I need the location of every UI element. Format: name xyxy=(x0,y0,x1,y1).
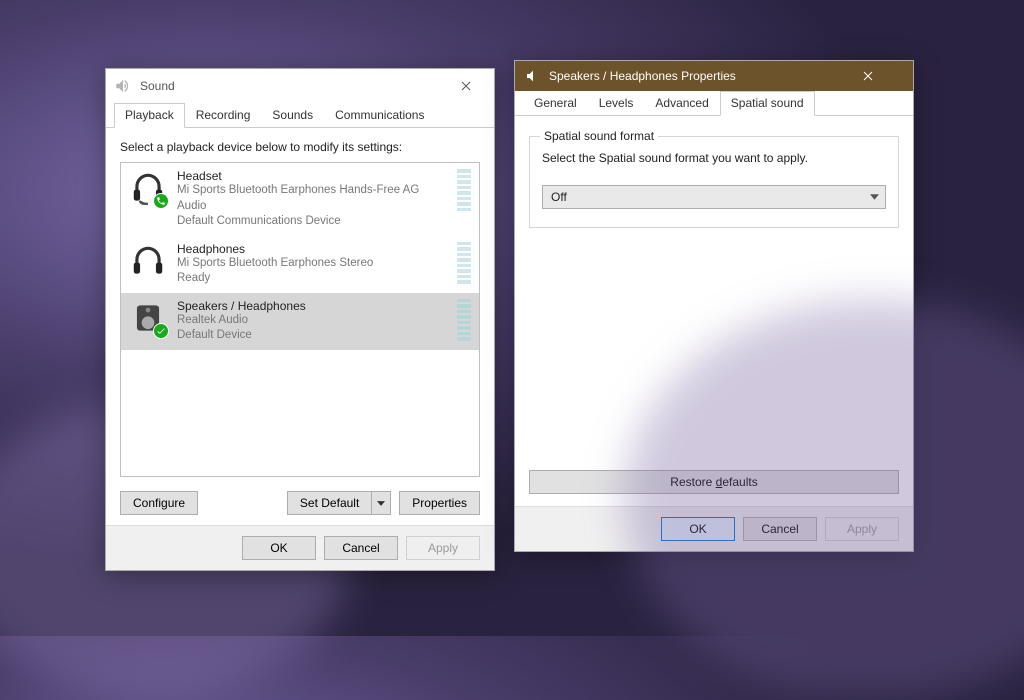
set-default-dropdown[interactable] xyxy=(371,491,391,515)
properties-window: Speakers / Headphones Properties General… xyxy=(514,60,914,552)
tab-advanced[interactable]: Advanced xyxy=(644,91,719,116)
level-meter xyxy=(457,242,471,284)
group-description: Select the Spatial sound format you want… xyxy=(542,151,886,165)
properties-dialog-buttons: OK Cancel Apply xyxy=(515,506,913,551)
device-status: Default Device xyxy=(177,328,443,344)
device-status: Ready xyxy=(177,271,443,287)
properties-window-title: Speakers / Headphones Properties xyxy=(549,69,863,83)
device-title: Speakers / Headphones xyxy=(177,299,443,313)
sound-actions: Configure Set Default Properties xyxy=(120,491,480,515)
device-title: Headset xyxy=(177,169,443,183)
configure-button[interactable]: Configure xyxy=(120,491,198,515)
restore-label-hotkey: d xyxy=(716,475,723,489)
cancel-button[interactable]: Cancel xyxy=(324,536,398,560)
apply-button[interactable]: Apply xyxy=(825,517,899,541)
restore-defaults-button[interactable]: Restore defaults xyxy=(529,470,899,494)
level-meter xyxy=(457,169,471,211)
properties-titlebar[interactable]: Speakers / Headphones Properties xyxy=(515,61,913,91)
sound-dialog-buttons: OK Cancel Apply xyxy=(106,525,494,570)
sound-icon xyxy=(114,77,132,95)
speaker-icon xyxy=(129,299,167,337)
device-subtext: Mi Sports Bluetooth Earphones Stereo xyxy=(177,256,443,272)
ok-button[interactable]: OK xyxy=(242,536,316,560)
tab-sounds[interactable]: Sounds xyxy=(261,103,324,128)
properties-button[interactable]: Properties xyxy=(399,491,480,515)
phone-badge-icon xyxy=(153,193,169,209)
restore-row: Restore defaults xyxy=(529,470,899,494)
device-text: Headphones Mi Sports Bluetooth Earphones… xyxy=(177,242,443,287)
restore-label-pre: Restore xyxy=(670,475,715,489)
set-default-button[interactable]: Set Default xyxy=(287,491,371,515)
tab-recording[interactable]: Recording xyxy=(185,103,262,128)
apply-button[interactable]: Apply xyxy=(406,536,480,560)
headphones-icon xyxy=(129,242,167,280)
selected-format: Off xyxy=(543,190,863,204)
sound-titlebar[interactable]: Sound xyxy=(106,69,494,103)
chevron-down-icon xyxy=(863,194,885,200)
set-default-split-button[interactable]: Set Default xyxy=(287,491,391,515)
spatial-format-group: Spatial sound format Select the Spatial … xyxy=(529,136,899,228)
device-status: Default Communications Device xyxy=(177,214,443,230)
spacer xyxy=(529,228,899,456)
spatial-format-select[interactable]: Off xyxy=(542,185,886,209)
device-text: Speakers / Headphones Realtek Audio Defa… xyxy=(177,299,443,344)
headset-icon xyxy=(129,169,167,207)
restore-label-post: efaults xyxy=(722,475,757,489)
sound-window-title: Sound xyxy=(140,79,446,93)
device-title: Headphones xyxy=(177,242,443,256)
close-button[interactable] xyxy=(863,71,903,81)
group-legend: Spatial sound format xyxy=(540,129,658,143)
device-subtext: Mi Sports Bluetooth Earphones Hands-Free… xyxy=(177,183,443,214)
instruction-text: Select a playback device below to modify… xyxy=(120,140,480,154)
device-item-headset[interactable]: Headset Mi Sports Bluetooth Earphones Ha… xyxy=(121,163,479,236)
sound-window: Sound Playback Recording Sounds Communic… xyxy=(105,68,495,571)
properties-body: Spatial sound format Select the Spatial … xyxy=(515,116,913,506)
device-text: Headset Mi Sports Bluetooth Earphones Ha… xyxy=(177,169,443,230)
ok-button[interactable]: OK xyxy=(661,517,735,541)
tab-spatial-sound[interactable]: Spatial sound xyxy=(720,91,815,116)
cancel-button[interactable]: Cancel xyxy=(743,517,817,541)
tab-playback[interactable]: Playback xyxy=(114,103,185,128)
device-item-speakers[interactable]: Speakers / Headphones Realtek Audio Defa… xyxy=(121,293,479,350)
sound-tabs: Playback Recording Sounds Communications xyxy=(106,103,494,128)
properties-tabs: General Levels Advanced Spatial sound xyxy=(515,91,913,116)
device-subtext: Realtek Audio xyxy=(177,313,443,329)
device-item-headphones[interactable]: Headphones Mi Sports Bluetooth Earphones… xyxy=(121,236,479,293)
device-list[interactable]: Headset Mi Sports Bluetooth Earphones Ha… xyxy=(120,162,480,477)
tab-levels[interactable]: Levels xyxy=(588,91,645,116)
sound-body: Select a playback device below to modify… xyxy=(106,128,494,525)
close-button[interactable] xyxy=(446,72,486,100)
tab-communications[interactable]: Communications xyxy=(324,103,435,128)
checkmark-badge-icon xyxy=(153,323,169,339)
tab-general[interactable]: General xyxy=(523,91,588,116)
speaker-icon xyxy=(525,68,541,84)
level-meter xyxy=(457,299,471,341)
